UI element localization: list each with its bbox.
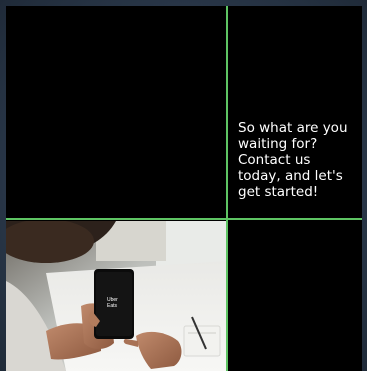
grid-divider-vertical: [226, 6, 228, 371]
cta-line: get started!: [238, 184, 319, 200]
grid-cell-bottom-right: [228, 221, 362, 371]
grid-cell-top-right: So what are you waiting for? Contact us …: [228, 6, 362, 218]
call-to-action-text: So what are you waiting for? Contact us …: [238, 120, 362, 200]
cta-line: Contact us: [238, 152, 311, 168]
cta-line: So what are you: [238, 120, 348, 136]
cta-line: today, and let's: [238, 168, 343, 184]
grid-divider-horizontal: [6, 218, 362, 220]
grid-cell-top-left: [6, 6, 226, 218]
phone-logo-line: Eats: [107, 303, 118, 309]
cta-line: waiting for?: [238, 136, 318, 152]
grid-cell-bottom-left: Uber Eats: [6, 221, 226, 371]
image-grid: So what are you waiting for? Contact us …: [6, 6, 362, 371]
hand-holding-phone-photo: Uber Eats: [6, 221, 226, 371]
